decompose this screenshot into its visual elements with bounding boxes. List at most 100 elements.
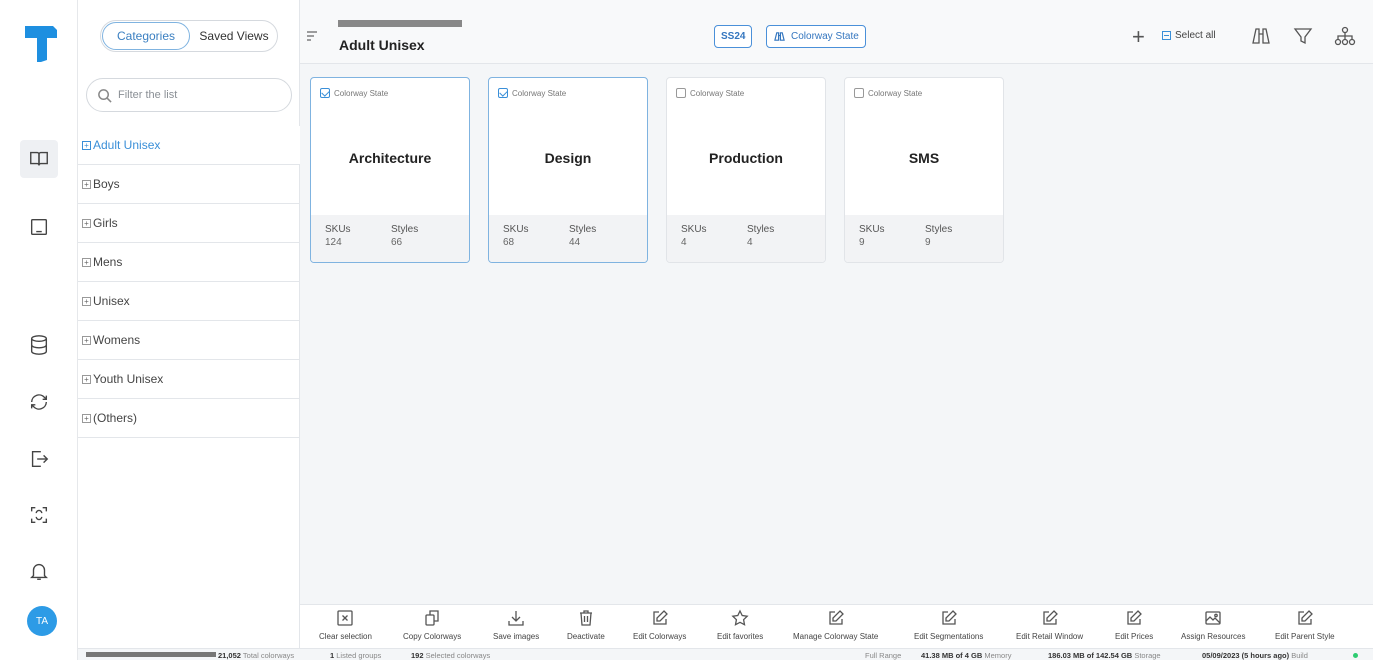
filter-icon[interactable] — [1292, 25, 1314, 47]
action-label: Edit Segmentations — [914, 632, 984, 641]
colorway-state-pill[interactable]: Colorway State — [766, 25, 866, 48]
card-state-label: Colorway State — [868, 88, 923, 98]
category-item[interactable]: + (Others) — [78, 399, 300, 438]
skus-value: 9 — [859, 237, 865, 248]
laptop-icon[interactable] — [20, 208, 58, 246]
category-panel: Categories Saved Views +Adult Unisex +Bo… — [78, 0, 300, 648]
card-grid: Colorway State Architecture SKUs 124 Styl… — [310, 77, 1004, 263]
main-area: Adult Unisex SS24 Colorway State + Selec… — [300, 0, 1373, 648]
styles-label: Styles — [391, 224, 419, 235]
export-icon[interactable] — [20, 440, 58, 478]
styles-label: Styles — [569, 224, 597, 235]
card-state-toggle[interactable]: Colorway State — [320, 88, 388, 98]
star-icon — [731, 609, 749, 626]
filter-input[interactable] — [118, 89, 278, 101]
skus-label: SKUs — [681, 224, 707, 235]
binoculars-icon[interactable] — [1250, 25, 1272, 47]
assign-resources-button[interactable]: Assign Resources — [1181, 609, 1245, 641]
action-label: Assign Resources — [1181, 632, 1246, 641]
action-label: Edit Prices — [1115, 632, 1154, 641]
category-label: Youth Unisex — [93, 372, 164, 386]
category-item[interactable]: + Youth Unisex — [78, 360, 300, 399]
card-state-toggle[interactable]: Colorway State — [676, 88, 744, 98]
selected-colorways: 192 Selected colorways — [411, 651, 491, 660]
expand-icon[interactable]: + — [82, 218, 91, 228]
total-colorways: 21,052 Total colorways — [218, 651, 295, 660]
card-checkbox[interactable] — [854, 88, 864, 98]
edit-prices-button[interactable]: Edit Prices — [1115, 609, 1153, 641]
edit-parent-style-button[interactable]: Edit Parent Style — [1275, 609, 1335, 641]
deactivate-button[interactable]: Deactivate — [567, 609, 605, 641]
skus-value: 68 — [503, 237, 515, 248]
sync-icon[interactable] — [20, 383, 58, 421]
styles-value: 4 — [747, 237, 753, 248]
card-stats: SKUs 9 Styles 9 — [845, 215, 1003, 262]
bell-icon[interactable] — [20, 552, 58, 590]
status-ok-indicator — [1353, 653, 1358, 658]
category-label: Mens — [93, 255, 123, 269]
copy-icon — [425, 610, 439, 626]
card-state-label: Colorway State — [512, 88, 567, 98]
edit-favorites-button[interactable]: Edit favorites — [717, 609, 763, 641]
category-item[interactable]: + Unisex — [78, 282, 300, 321]
clear-selection-button[interactable]: Clear selection — [319, 609, 372, 641]
expand-icon[interactable]: + — [82, 179, 91, 189]
expand-icon[interactable]: + — [82, 257, 91, 267]
action-label: Copy Colorways — [403, 632, 462, 641]
tab-categories[interactable]: Categories — [102, 22, 190, 50]
card-stats: SKUs 124 Styles 66 — [311, 215, 469, 262]
action-label: Edit Parent Style — [1275, 632, 1335, 641]
app-logo[interactable] — [23, 24, 57, 62]
edit-colorways-button[interactable]: Edit Colorways — [633, 609, 686, 641]
save-images-button[interactable]: Save images — [493, 609, 539, 641]
skus-label: SKUs — [325, 224, 351, 235]
category-item[interactable]: + Adult Unisex — [78, 126, 300, 165]
card-checkbox[interactable] — [498, 88, 508, 98]
category-item[interactable]: + Girls — [78, 204, 300, 243]
season-pill[interactable]: SS24 — [714, 25, 753, 48]
category-label: (Others) — [93, 411, 138, 425]
edit-icon — [942, 610, 957, 625]
card-state-toggle[interactable]: Colorway State — [854, 88, 922, 98]
select-all-checkbox[interactable] — [1162, 31, 1171, 40]
expand-icon[interactable]: + — [82, 374, 91, 384]
book-icon[interactable] — [20, 140, 58, 178]
database-icon[interactable] — [20, 326, 58, 364]
skus-value: 4 — [681, 237, 687, 248]
hierarchy-icon[interactable] — [1334, 25, 1356, 47]
category-label: Boys — [93, 177, 120, 191]
state-card[interactable]: Colorway State Architecture SKUs 124 Styl… — [310, 77, 470, 263]
state-card[interactable]: Colorway State SMS SKUs 9 Styles 9 — [844, 77, 1004, 263]
edit-segmentations-button[interactable]: Edit Segmentations — [914, 609, 983, 641]
card-checkbox[interactable] — [676, 88, 686, 98]
copy-colorways-button[interactable]: Copy Colorways — [403, 609, 461, 641]
range-label: Full Range — [865, 651, 902, 660]
scan-icon[interactable] — [20, 496, 58, 534]
state-card[interactable]: Colorway State Production SKUs 4 Styles 4 — [666, 77, 826, 263]
category-item[interactable]: + Mens — [78, 243, 300, 282]
expand-icon[interactable]: + — [82, 140, 91, 150]
manage-colorway-state-button[interactable]: Manage Colorway State — [793, 609, 878, 641]
add-icon[interactable]: + — [1132, 24, 1145, 50]
sort-menu-icon[interactable] — [306, 30, 318, 42]
card-state-toggle[interactable]: Colorway State — [498, 88, 566, 98]
expand-icon[interactable]: + — [82, 335, 91, 345]
styles-value: 9 — [925, 237, 931, 248]
category-item[interactable]: + Boys — [78, 165, 300, 204]
edit-icon — [653, 610, 668, 625]
user-avatar[interactable]: TA — [27, 606, 57, 636]
nav-rail: TA — [0, 0, 78, 660]
action-label: Save images — [493, 632, 540, 641]
card-checkbox[interactable] — [320, 88, 330, 98]
state-card[interactable]: Colorway State Design SKUs 68 Styles 44 — [488, 77, 648, 263]
status-bar: 21,052 Total colorways 1 Listed groups 1… — [78, 648, 1373, 660]
edit-retail-window-button[interactable]: Edit Retail Window — [1016, 609, 1083, 641]
category-item[interactable]: + Womens — [78, 321, 300, 360]
expand-icon[interactable]: + — [82, 413, 91, 423]
expand-icon[interactable]: + — [82, 296, 91, 306]
app-root: TA Categories Saved Views +Adult Unisex … — [0, 0, 1373, 660]
skus-label: SKUs — [859, 224, 885, 235]
tab-saved-views[interactable]: Saved Views — [191, 21, 277, 51]
select-all[interactable]: Select all — [1162, 30, 1216, 41]
select-all-label: Select all — [1175, 30, 1216, 41]
